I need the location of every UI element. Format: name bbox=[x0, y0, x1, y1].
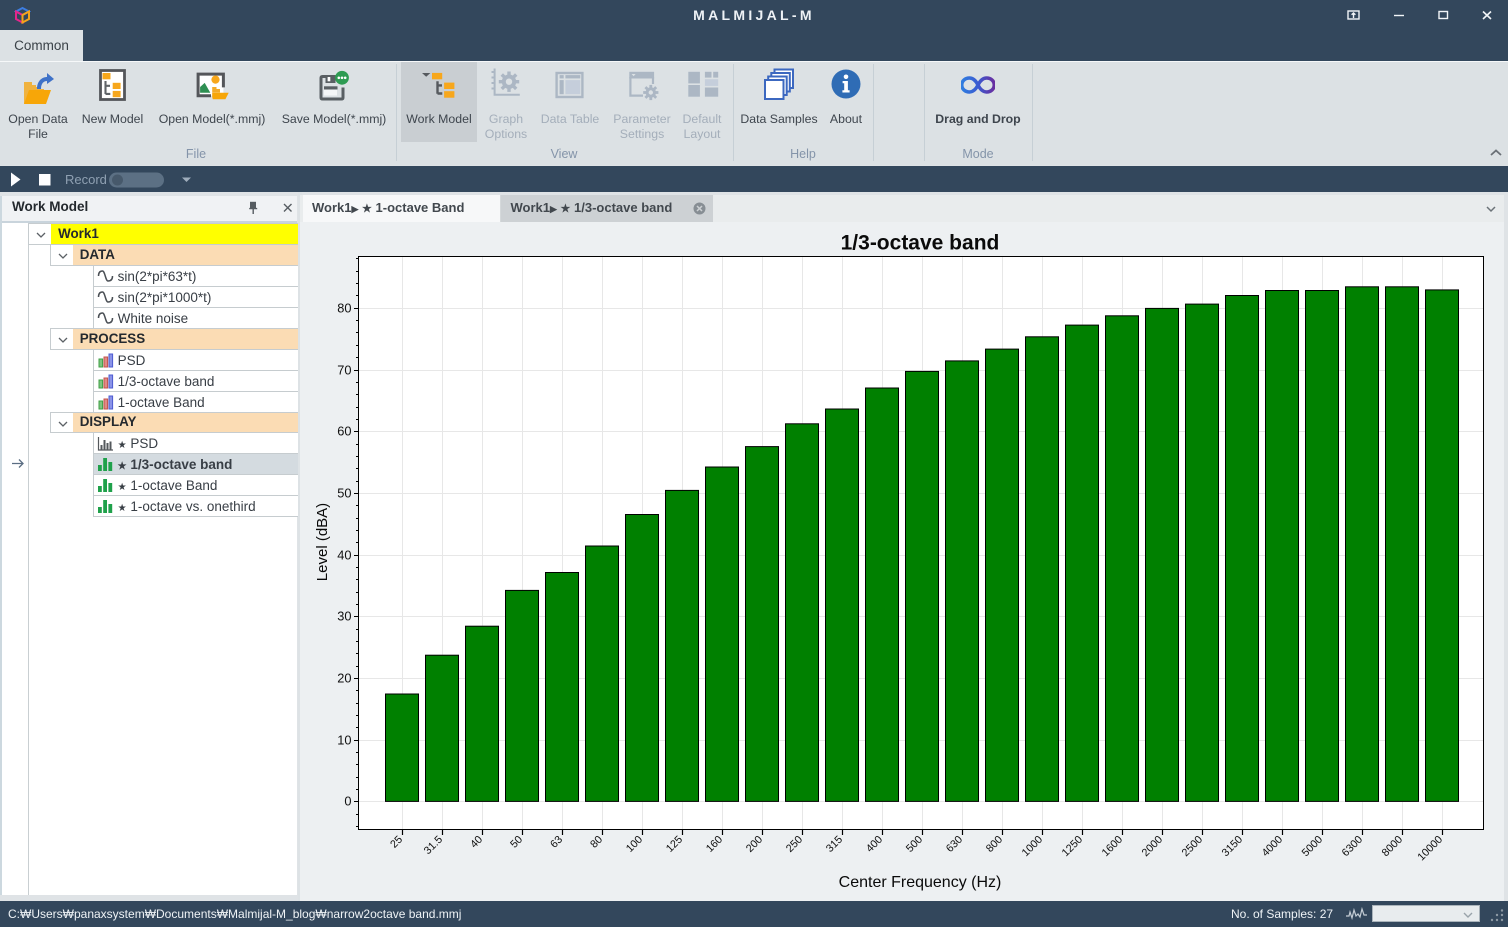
svg-text:8000: 8000 bbox=[1380, 834, 1405, 859]
svg-text:1600: 1600 bbox=[1100, 834, 1125, 859]
svg-text:1/3-octave band: 1/3-octave band bbox=[841, 232, 1000, 255]
svg-text:3150: 3150 bbox=[1220, 834, 1245, 859]
svg-text:50: 50 bbox=[337, 485, 351, 500]
svg-text:50: 50 bbox=[508, 834, 525, 851]
svg-text:200: 200 bbox=[744, 834, 765, 855]
svg-text:10000: 10000 bbox=[1415, 834, 1445, 864]
svg-text:31.5: 31.5 bbox=[422, 834, 445, 857]
svg-text:1250: 1250 bbox=[1060, 834, 1085, 859]
svg-text:10: 10 bbox=[337, 732, 351, 747]
svg-text:63: 63 bbox=[548, 834, 565, 851]
svg-text:25: 25 bbox=[388, 834, 405, 851]
svg-text:800: 800 bbox=[984, 834, 1005, 855]
svg-text:2000: 2000 bbox=[1140, 834, 1165, 859]
svg-text:100: 100 bbox=[624, 834, 645, 855]
svg-text:125: 125 bbox=[664, 834, 685, 855]
svg-text:160: 160 bbox=[704, 834, 725, 855]
svg-text:Center Frequency (Hz): Center Frequency (Hz) bbox=[839, 874, 1002, 891]
svg-text:630: 630 bbox=[944, 834, 965, 855]
svg-text:70: 70 bbox=[337, 362, 351, 377]
svg-text:4000: 4000 bbox=[1260, 834, 1285, 859]
svg-text:1000: 1000 bbox=[1020, 834, 1045, 859]
svg-text:0: 0 bbox=[344, 793, 351, 808]
svg-text:315: 315 bbox=[824, 834, 845, 855]
svg-text:60: 60 bbox=[337, 423, 351, 438]
svg-text:5000: 5000 bbox=[1300, 834, 1325, 859]
svg-text:400: 400 bbox=[864, 834, 885, 855]
svg-text:Level (dBA): Level (dBA) bbox=[314, 503, 331, 581]
svg-text:2500: 2500 bbox=[1180, 834, 1205, 859]
svg-text:500: 500 bbox=[904, 834, 925, 855]
svg-text:40: 40 bbox=[468, 834, 485, 851]
svg-text:40: 40 bbox=[337, 547, 351, 562]
svg-text:30: 30 bbox=[337, 608, 351, 623]
svg-text:80: 80 bbox=[337, 300, 351, 315]
svg-text:Record: Record bbox=[65, 172, 107, 187]
svg-text:250: 250 bbox=[784, 834, 805, 855]
svg-text:80: 80 bbox=[588, 834, 605, 851]
svg-text:20: 20 bbox=[337, 670, 351, 685]
svg-text:6300: 6300 bbox=[1340, 834, 1365, 859]
